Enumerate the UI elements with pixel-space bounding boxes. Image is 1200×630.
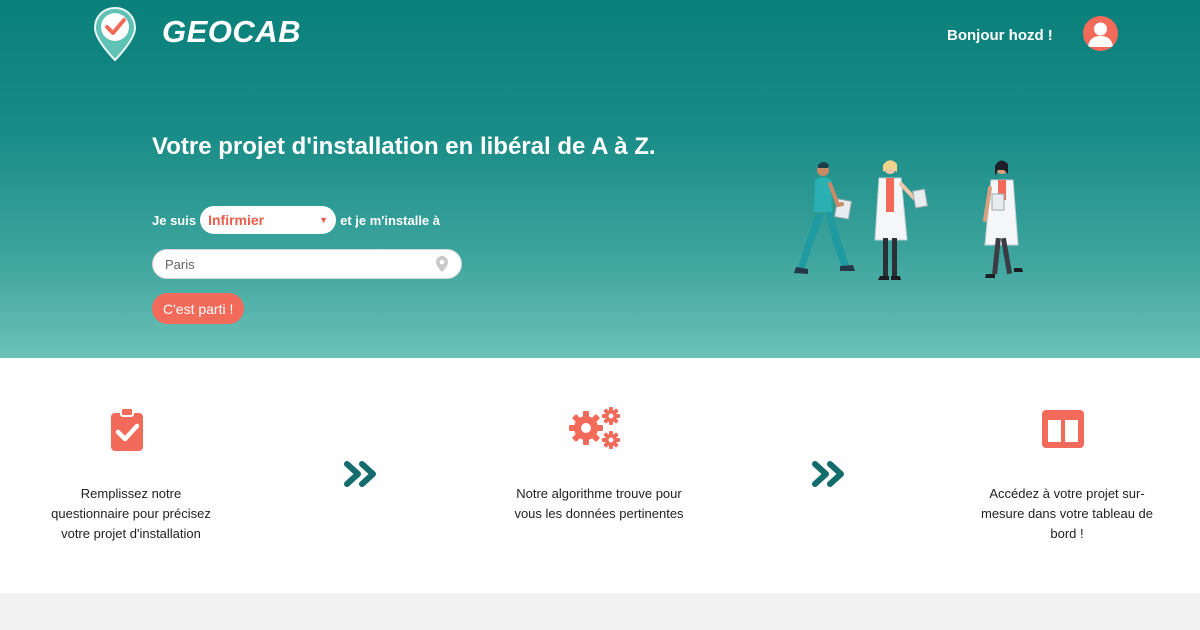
form-prefix: Je suis — [152, 212, 197, 228]
page-title: Votre projet d'installation en libéral d… — [152, 133, 656, 160]
start-button[interactable]: C'est parti ! — [152, 293, 245, 324]
step-1-text: Remplissez notre questionnaire pour préc… — [51, 486, 211, 541]
step-2-text: Notre algorithme trouve pour vous les do… — [514, 486, 684, 521]
user-avatar-icon[interactable] — [1083, 16, 1118, 51]
dashboard-columns-icon — [1042, 410, 1084, 448]
healthcare-professionals-illustration — [794, 160, 1023, 280]
profession-form: Je suis Infirmier ▼ et je m'installe à — [152, 206, 440, 234]
double-chevron-right-icon — [812, 461, 844, 487]
dark-haired-doctor-figure — [983, 160, 1023, 278]
user-greeting: Bonjour hozd ! — [947, 27, 1053, 44]
hero-section: GEOCAB Bonjour hozd ! Votre projet d'ins… — [0, 0, 1200, 358]
profession-select[interactable]: Infirmier ▼ — [200, 206, 337, 234]
how-it-works-section: Remplissez notre questionnaire pour préc… — [0, 358, 1200, 593]
chevron-down-icon: ▼ — [319, 215, 329, 225]
walking-man-figure — [794, 162, 855, 274]
profession-selected-value: Infirmier — [208, 212, 265, 228]
clipboard-check-icon — [111, 408, 143, 451]
blonde-doctor-figure — [874, 160, 929, 280]
city-input[interactable] — [165, 256, 435, 272]
form-suffix: et je m'installe à — [340, 212, 441, 228]
step-3-text: Accédez à votre projet sur-mesure dans v… — [981, 486, 1153, 541]
brand-name[interactable]: GEOCAB — [162, 14, 301, 50]
double-chevron-right-icon — [344, 461, 376, 487]
map-pin-check-icon[interactable] — [92, 6, 138, 62]
location-pin-icon — [436, 256, 448, 272]
city-field[interactable] — [152, 249, 462, 279]
gears-icon — [569, 407, 620, 449]
